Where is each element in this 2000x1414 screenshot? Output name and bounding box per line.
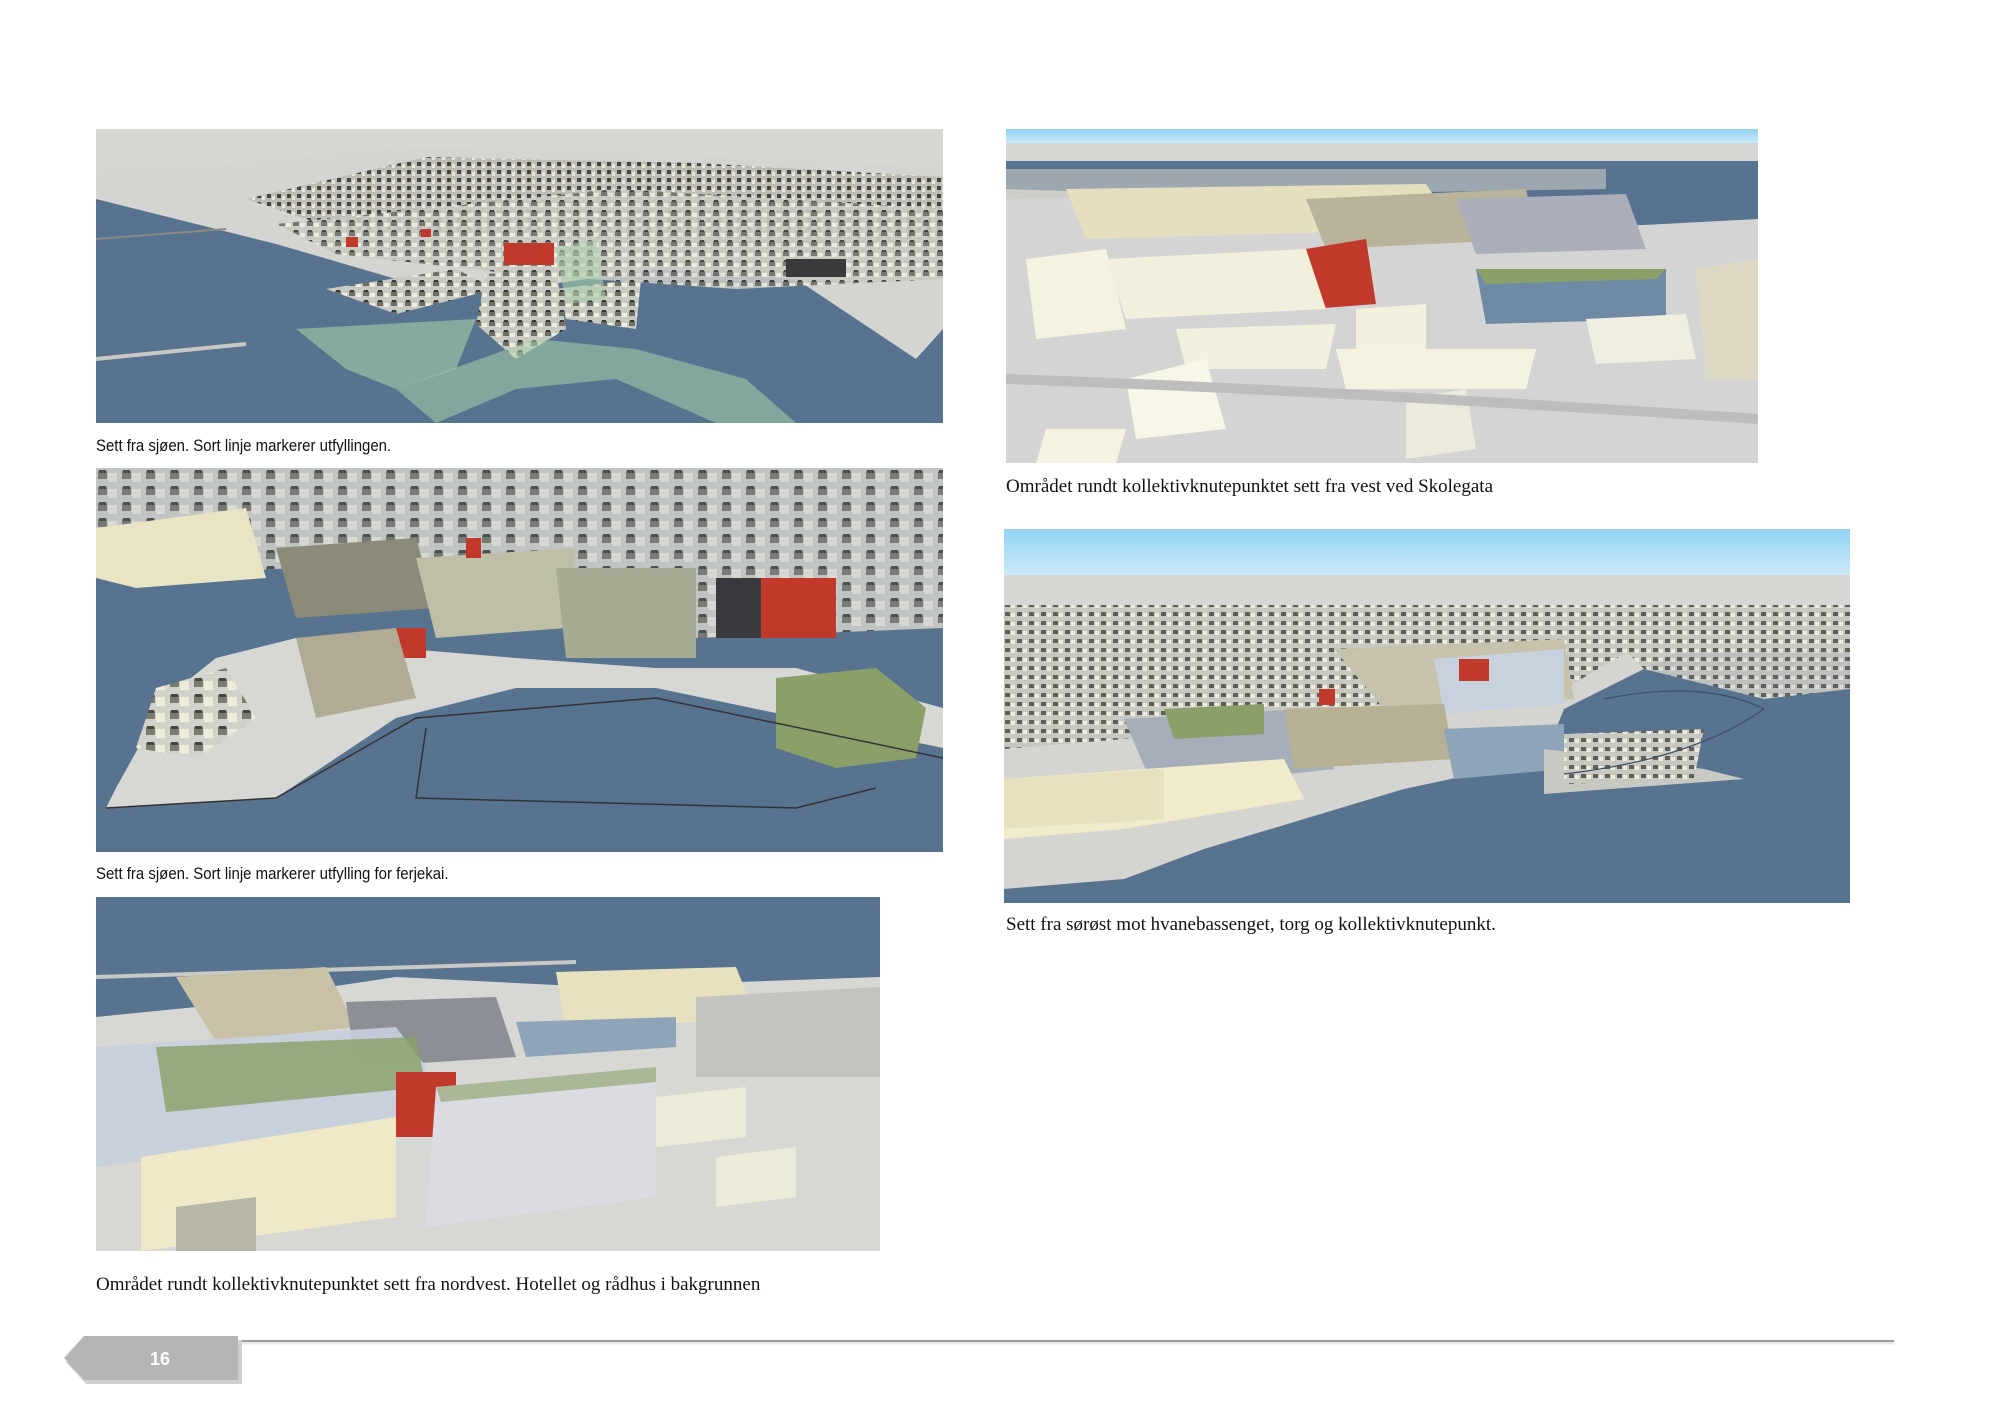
figure-4-image [1006, 129, 1758, 463]
figure-3-caption: Området rundt kollektivknutepunktet sett… [96, 1274, 761, 1295]
figure-4-caption: Området rundt kollektivknutepunktet sett… [1006, 476, 1494, 497]
figure-3-image [96, 897, 880, 1251]
figure-2-caption: Sett fra sjøen. Sort linje markerer utfy… [96, 864, 449, 883]
figure-5-image [1004, 529, 1850, 903]
footer-divider [232, 1340, 1894, 1342]
page-number: 16 [149, 1349, 171, 1369]
figure-2-image [96, 468, 943, 852]
figure-1-image [96, 129, 943, 423]
figure-5-caption: Sett fra sørøst mot hvanebassenget, torg… [1006, 914, 1496, 935]
figure-1-caption: Sett fra sjøen. Sort linje markerer utfy… [96, 436, 392, 455]
